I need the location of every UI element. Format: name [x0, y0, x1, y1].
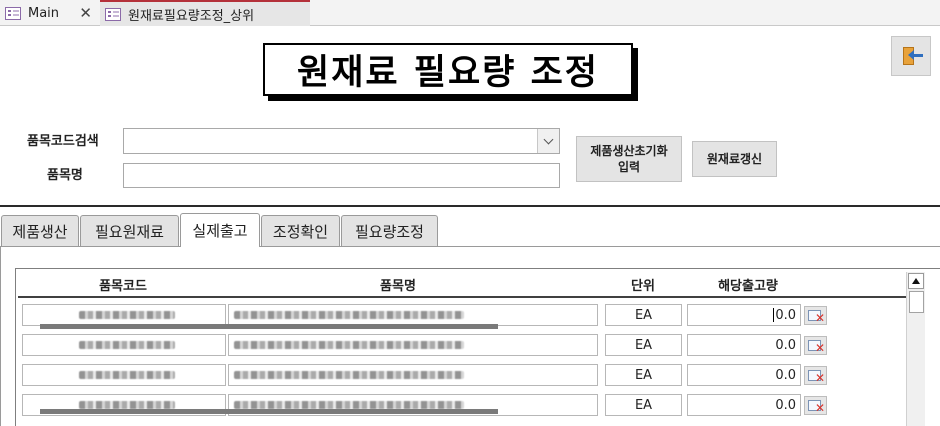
redacted-text: [234, 311, 464, 319]
doc-tab-raw-material[interactable]: 원재료필요량조정_상위: [100, 0, 310, 26]
item-name-cell[interactable]: [228, 304, 598, 326]
unit-cell[interactable]: EA: [605, 304, 682, 326]
redacted-text: [79, 341, 175, 349]
redacted-text: [234, 401, 464, 409]
refresh-raw-material-button[interactable]: 원재료갱신: [692, 141, 777, 177]
item-code-cell[interactable]: [22, 304, 226, 326]
row-separator: [40, 324, 498, 329]
arrow-left-icon: [908, 50, 923, 60]
delete-x-icon: ✕: [815, 371, 826, 385]
scroll-thumb[interactable]: [909, 291, 924, 313]
unit-cell[interactable]: EA: [605, 394, 682, 416]
column-header-item-code: 품목코드: [99, 279, 147, 294]
row-separator: [40, 409, 498, 414]
delete-x-icon: ✕: [815, 341, 826, 355]
item-code-search-combo[interactable]: [123, 128, 560, 154]
redacted-text: [79, 371, 175, 379]
grid-header: 품목코드 품목명 단위 해당출고량: [18, 270, 906, 298]
table-row: EA 0.0 ✕: [18, 330, 906, 358]
item-code-cell[interactable]: [22, 334, 226, 356]
exit-button[interactable]: [891, 36, 931, 76]
button-label-line1: 제품생산초기화: [590, 144, 668, 158]
initial-production-input-button[interactable]: 제품생산초기화 입력: [576, 136, 682, 182]
tab-actual-shipment[interactable]: 실제출고: [180, 213, 260, 247]
quantity-cell[interactable]: 0.0: [687, 334, 801, 356]
doc-tab-label: Main: [28, 5, 60, 21]
chevron-down-icon: [543, 134, 554, 144]
form-title: 원재료 필요량 조정: [263, 43, 633, 96]
arrow-up-icon: [912, 278, 920, 284]
delete-record-button[interactable]: ✕: [804, 306, 827, 325]
button-label-line2: 입력: [617, 160, 641, 174]
quantity-cell[interactable]: 0.0: [687, 364, 801, 386]
quantity-value: 0.0: [775, 307, 796, 323]
section-divider: [0, 205, 940, 207]
close-icon[interactable]: ✕: [79, 5, 92, 21]
unit-cell[interactable]: EA: [605, 364, 682, 386]
item-code-cell[interactable]: [22, 364, 226, 386]
vertical-scrollbar[interactable]: [906, 272, 925, 426]
delete-x-icon: ✕: [815, 401, 826, 415]
text-cursor: [773, 308, 775, 322]
item-name-cell[interactable]: [228, 364, 598, 386]
table-row: EA 0.0 ✕: [18, 360, 906, 388]
document-tab-strip: Main ✕ 원재료필요량조정_상위: [0, 0, 940, 26]
tab-adjustment-check[interactable]: 조정확인: [261, 215, 340, 246]
quantity-cell[interactable]: 0.0: [687, 394, 801, 416]
delete-record-button[interactable]: ✕: [804, 396, 827, 415]
redacted-text: [79, 311, 175, 319]
tab-product-production[interactable]: 제품생산: [1, 215, 79, 246]
tab-required-materials[interactable]: 필요원재료: [80, 215, 179, 246]
tab-quantity-adjustment[interactable]: 필요량조정: [341, 215, 438, 246]
redacted-text: [234, 341, 464, 349]
column-header-unit: 단위: [631, 279, 655, 294]
redacted-text: [234, 371, 464, 379]
column-header-item-name: 품목명: [380, 279, 416, 294]
item-name-field[interactable]: [123, 163, 560, 188]
delete-record-button[interactable]: ✕: [804, 336, 827, 355]
item-name-cell[interactable]: [228, 334, 598, 356]
dropdown-button[interactable]: [537, 129, 559, 153]
item-code-search-label: 품목코드검색: [27, 134, 99, 149]
redacted-text: [79, 401, 175, 409]
form-icon: [5, 6, 21, 20]
scroll-up-button[interactable]: [908, 273, 924, 289]
doc-tab-label: 원재료필요량조정_상위: [128, 8, 255, 24]
unit-cell[interactable]: EA: [605, 334, 682, 356]
quantity-cell[interactable]: 0.0: [687, 304, 801, 326]
doc-tab-main[interactable]: Main ✕: [0, 0, 100, 26]
form-icon: [105, 7, 121, 21]
item-name-label: 품목명: [47, 168, 83, 183]
column-header-quantity: 해당출고량: [718, 279, 778, 294]
delete-record-button[interactable]: ✕: [804, 366, 827, 385]
delete-x-icon: ✕: [815, 311, 826, 325]
